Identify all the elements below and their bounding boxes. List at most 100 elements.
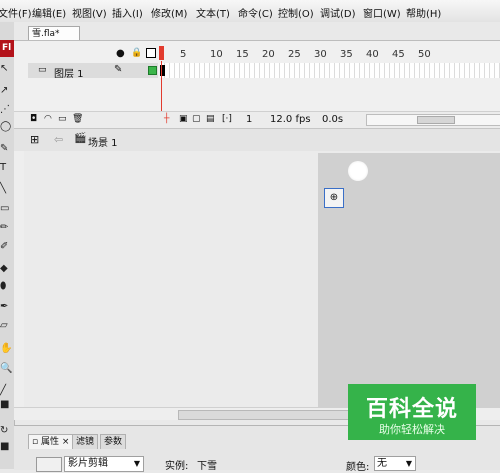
layer-color-icon[interactable] [148,66,157,75]
selection-tool-icon[interactable]: ↖ [0,62,14,76]
menu-help[interactable]: 帮助(H) [406,5,441,20]
add-folder-icon[interactable]: ▭ [58,114,67,124]
elapsed-time: 0.0s [322,114,344,125]
frame-rate[interactable]: 12.0 fps [270,114,311,125]
onion-markers-icon[interactable]: [·] [222,114,232,124]
frame-number: 35 [340,49,353,60]
watermark-logo: 百科全说 助你轻松解决 [348,384,476,440]
tab-properties[interactable]: ▫ 属性 × [28,434,74,449]
line-tool-icon[interactable]: ╲ [0,182,14,196]
zoom-tool-icon[interactable]: 🔍 [0,362,14,376]
eraser-tool-icon[interactable]: ▱ [0,319,14,333]
text-tool-icon[interactable]: T [0,161,14,175]
layer-icon: ▭ [38,65,47,75]
center-frame-icon[interactable]: ┼ [164,114,169,124]
fill-swatch-icon[interactable]: ■ [0,440,14,454]
menu-insert[interactable]: 插入(I) [112,5,143,20]
frame-number: 20 [262,49,275,60]
stroke-color-icon[interactable]: ╱ [0,384,14,398]
onion-outline-icon[interactable]: ▢ [192,114,201,124]
frame-number: 50 [418,49,431,60]
back-arrow-icon[interactable]: ⇦ [54,133,63,146]
brush-tool-icon[interactable]: ✐ [0,240,14,254]
frame-number: 15 [236,49,249,60]
properties-tab-icon: ▫ [32,437,39,447]
playhead-marker[interactable] [159,46,164,60]
edit-bar: ⊞ ⇦ 🎬 场景 1 [14,128,500,152]
timeline-toggle-icon[interactable]: ⊞ [30,133,39,146]
layer-name[interactable]: 图层 1 [54,65,84,80]
menu-window[interactable]: 窗口(W) [363,5,401,20]
timeline-toolbar: ◘ ◠ ▭ 🗑 ┼ ▣ ▢ ▤ [·] 1 12.0 fps 0.0s [14,111,500,128]
frame-number: 10 [210,49,223,60]
instance-label: 实例: [165,461,189,472]
menu-debug[interactable]: 调试(D) [320,5,356,20]
playhead-line [161,61,162,113]
fill-color-icon[interactable]: ↻ [0,424,14,438]
outline-icon[interactable] [146,48,156,58]
symbol-preview-icon [36,457,62,472]
ink-bottle-tool-icon[interactable]: ◆ [0,262,14,276]
document-tab-strip: 雪.fla* [14,22,500,41]
watermark-title: 百科全说 [365,397,458,422]
pencil-tool-icon[interactable]: ✏ [0,221,14,235]
frame-number: 5 [180,49,187,60]
add-guide-icon[interactable]: ◠ [44,114,52,124]
document-tab[interactable]: 雪.fla* [28,26,80,41]
tab-parameters[interactable]: 参数 [100,434,127,449]
menu-bar: 文件(F) 编辑(E) 视图(V) 插入(I) 修改(M) 文本(T) 命令(C… [0,0,500,23]
layer-label-cell [28,63,158,78]
stage[interactable]: ⊕ [24,151,500,407]
free-transform-tool-icon[interactable]: ⋰ [0,103,14,117]
pencil-icon: ✎ [114,64,123,75]
movieclip-registration-icon[interactable]: ⊕ [324,188,344,208]
frame-number: 45 [392,49,405,60]
timeline-header: ● 🔒 5 10 15 20 25 30 35 40 45 50 [14,45,500,61]
subselection-tool-icon[interactable]: ↗ [0,84,14,98]
frame-track[interactable] [160,63,500,78]
delete-layer-icon[interactable]: 🗑 [72,114,83,124]
add-layer-icon[interactable]: ◘ [30,114,37,124]
frame-number: 25 [288,49,301,60]
stage-canvas[interactable] [318,153,500,407]
menu-control[interactable]: 控制(O) [278,5,314,20]
edit-multiple-frames-icon[interactable]: ▤ [206,114,215,124]
timeline-scroll-thumb[interactable] [417,116,455,124]
timeline-panel: ● 🔒 5 10 15 20 25 30 35 40 45 50 ▭ 图层 1 … [14,40,500,129]
stage-scroll-thumb[interactable] [178,410,350,420]
onion-skin-icon[interactable]: ▣ [179,114,188,124]
menu-file[interactable]: 文件(F) [0,5,32,20]
eye-icon[interactable]: ● [116,48,125,59]
frame-number: 40 [366,49,379,60]
flash-logo: Fl [0,40,14,57]
scene-icon: 🎬 [74,133,87,144]
lasso-tool-icon[interactable]: ◯ [0,120,14,134]
eyedropper-tool-icon[interactable]: ✒ [0,300,14,314]
menu-edit[interactable]: 编辑(E) [32,5,66,20]
timeline-hscrollbar[interactable] [366,114,500,126]
hand-tool-icon[interactable]: ✋ [0,342,14,356]
instance-name: 下雪 [197,461,217,472]
close-icon[interactable]: × [62,437,70,447]
pen-tool-icon[interactable]: ✎ [0,142,14,156]
symbol-type-value: 影片剪辑 [68,458,108,469]
rectangle-tool-icon[interactable]: ▭ [0,202,14,216]
tab-properties-label: 属性 [40,437,59,447]
lock-icon[interactable]: 🔒 [131,48,142,58]
watermark-subtitle: 助你轻松解决 [379,423,445,436]
current-frame: 1 [246,114,253,125]
menu-text[interactable]: 文本(T) [196,5,230,20]
menu-modify[interactable]: 修改(M) [151,5,187,20]
color-effect-value: 无 [377,458,387,469]
menu-commands[interactable]: 命令(C) [238,5,273,20]
color-label: 颜色: [346,462,370,473]
symbol-type-select[interactable]: 影片剪辑 ▼ [64,456,144,472]
scene-label[interactable]: 场景 1 [88,134,118,149]
menu-view[interactable]: 视图(V) [72,5,107,20]
snowflake-graphic[interactable] [348,161,368,181]
tab-filters[interactable]: 滤镜 [72,434,99,449]
paint-bucket-tool-icon[interactable]: ⬮ [0,280,14,294]
layer-row[interactable]: ▭ 图层 1 ✎ [28,63,500,80]
chevron-down-icon: ▼ [405,459,412,468]
stroke-swatch-icon[interactable]: ■ [0,398,14,412]
